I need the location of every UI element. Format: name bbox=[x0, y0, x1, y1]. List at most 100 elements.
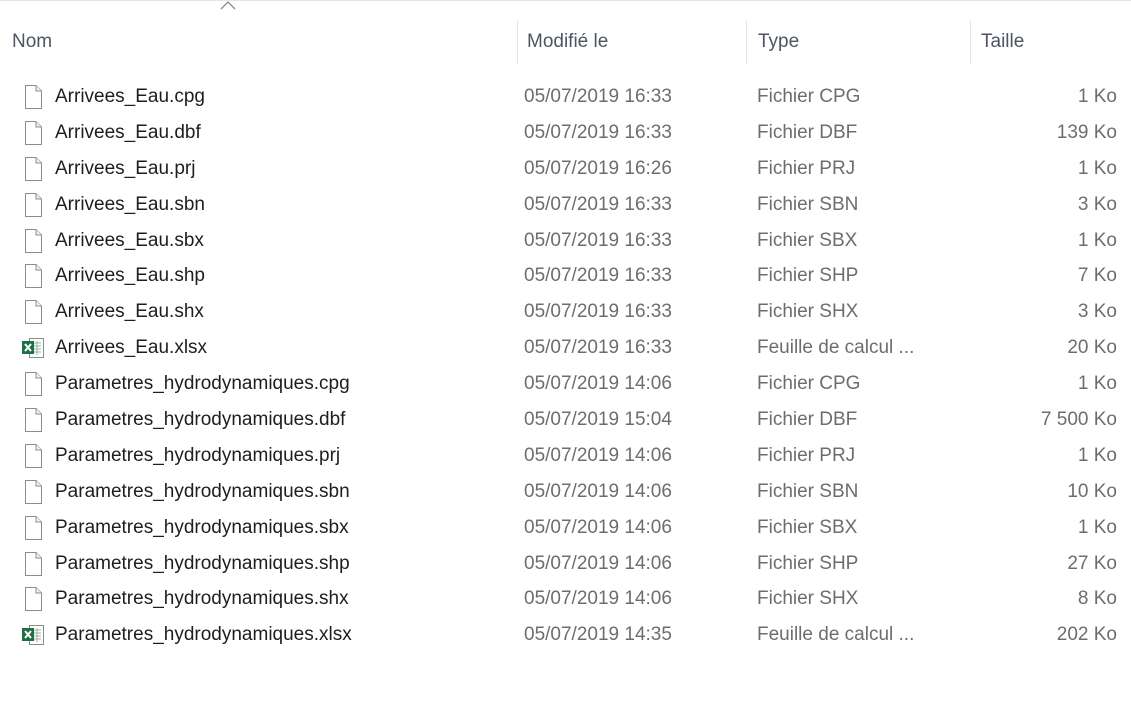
column-header-modified[interactable]: Modifié le bbox=[527, 29, 608, 55]
file-type: Fichier SBX bbox=[757, 516, 858, 538]
file-type: Fichier SHX bbox=[757, 588, 859, 610]
file-modified-date: 05/07/2019 14:35 bbox=[524, 624, 672, 646]
file-row[interactable]: Arrivees_Eau.prj 05/07/2019 16:26 Fichie… bbox=[0, 151, 1131, 187]
file-type: Feuille de calcul ... bbox=[757, 337, 915, 359]
file-size: 1 Ko bbox=[1077, 229, 1117, 251]
file-modified-date: 05/07/2019 16:26 bbox=[524, 157, 672, 179]
file-size: 7 Ko bbox=[1077, 265, 1117, 287]
file-name: Arrivees_Eau.shx bbox=[55, 301, 204, 323]
file-name: Parametres_hydrodynamiques.sbx bbox=[55, 516, 349, 538]
file-icon bbox=[20, 515, 46, 541]
column-divider[interactable] bbox=[746, 21, 747, 65]
file-type: Fichier PRJ bbox=[757, 444, 856, 466]
file-type: Fichier SBN bbox=[757, 193, 859, 215]
file-size: 10 Ko bbox=[1067, 480, 1117, 502]
file-row[interactable]: Arrivees_Eau.xlsx 05/07/2019 16:33 Feuil… bbox=[0, 330, 1131, 366]
file-name: Parametres_hydrodynamiques.xlsx bbox=[55, 624, 352, 646]
file-modified-date: 05/07/2019 16:33 bbox=[524, 121, 672, 143]
file-row[interactable]: Parametres_hydrodynamiques.prj 05/07/201… bbox=[0, 438, 1131, 474]
file-size: 1 Ko bbox=[1077, 516, 1117, 538]
file-type: Feuille de calcul ... bbox=[757, 624, 915, 646]
file-icon bbox=[20, 479, 46, 505]
file-size: 7 500 Ko bbox=[1040, 409, 1117, 431]
file-size: 1 Ko bbox=[1077, 157, 1117, 179]
excel-icon bbox=[20, 335, 46, 361]
file-icon bbox=[20, 263, 46, 289]
file-icon bbox=[20, 192, 46, 218]
file-type: Fichier CPG bbox=[757, 373, 861, 395]
file-modified-date: 05/07/2019 14:06 bbox=[524, 373, 672, 395]
file-modified-date: 05/07/2019 16:33 bbox=[524, 229, 672, 251]
file-row[interactable]: Parametres_hydrodynamiques.shx 05/07/201… bbox=[0, 581, 1131, 617]
column-header-row: Nom Modifié le Type Taille bbox=[0, 0, 1131, 72]
file-name: Arrivees_Eau.prj bbox=[55, 157, 196, 179]
sort-ascending-icon bbox=[220, 1, 236, 10]
file-row[interactable]: Arrivees_Eau.cpg 05/07/2019 16:33 Fichie… bbox=[0, 79, 1131, 115]
file-type: Fichier SBX bbox=[757, 229, 858, 251]
file-modified-date: 05/07/2019 14:06 bbox=[524, 588, 672, 610]
file-row[interactable]: Parametres_hydrodynamiques.shp 05/07/201… bbox=[0, 546, 1131, 582]
file-type: Fichier PRJ bbox=[757, 157, 856, 179]
file-size: 1 Ko bbox=[1077, 444, 1117, 466]
file-icon bbox=[20, 84, 46, 110]
file-icon bbox=[20, 120, 46, 146]
file-name: Parametres_hydrodynamiques.dbf bbox=[55, 409, 346, 431]
file-row[interactable]: Arrivees_Eau.sbx 05/07/2019 16:33 Fichie… bbox=[0, 223, 1131, 259]
file-icon bbox=[20, 371, 46, 397]
file-modified-date: 05/07/2019 14:06 bbox=[524, 444, 672, 466]
file-type: Fichier CPG bbox=[757, 86, 861, 107]
file-size: 202 Ko bbox=[1056, 624, 1117, 646]
file-size: 3 Ko bbox=[1077, 193, 1117, 215]
file-name: Parametres_hydrodynamiques.prj bbox=[55, 444, 341, 466]
file-name: Parametres_hydrodynamiques.cpg bbox=[55, 373, 350, 395]
file-icon bbox=[20, 228, 46, 254]
column-header-name[interactable]: Nom bbox=[12, 29, 52, 55]
file-icon bbox=[20, 586, 46, 612]
file-size: 27 Ko bbox=[1067, 552, 1117, 574]
column-header-size[interactable]: Taille bbox=[981, 29, 1024, 55]
file-icon bbox=[20, 407, 46, 433]
file-modified-date: 05/07/2019 16:33 bbox=[524, 193, 672, 215]
column-divider[interactable] bbox=[970, 21, 971, 65]
file-type: Fichier SHP bbox=[757, 552, 859, 574]
file-icon bbox=[20, 443, 46, 469]
file-row[interactable]: Parametres_hydrodynamiques.sbn 05/07/201… bbox=[0, 474, 1131, 510]
file-name: Arrivees_Eau.sbx bbox=[55, 229, 204, 251]
file-size: 1 Ko bbox=[1077, 86, 1117, 107]
file-type: Fichier SBN bbox=[757, 480, 859, 502]
file-row[interactable]: Parametres_hydrodynamiques.cpg 05/07/201… bbox=[0, 366, 1131, 402]
file-explorer-details-view: Nom Modifié le Type Taille Arrivees_Eau.… bbox=[0, 0, 1131, 720]
file-row[interactable]: Arrivees_Eau.shx 05/07/2019 16:33 Fichie… bbox=[0, 294, 1131, 330]
file-modified-date: 05/07/2019 16:33 bbox=[524, 337, 672, 359]
file-modified-date: 05/07/2019 14:06 bbox=[524, 480, 672, 502]
file-modified-date: 05/07/2019 16:33 bbox=[524, 265, 672, 287]
file-name: Arrivees_Eau.cpg bbox=[55, 86, 205, 107]
file-icon bbox=[20, 299, 46, 325]
file-icon bbox=[20, 156, 46, 182]
file-row[interactable]: Parametres_hydrodynamiques.dbf 05/07/201… bbox=[0, 402, 1131, 438]
file-size: 20 Ko bbox=[1067, 337, 1117, 359]
file-row[interactable]: Arrivees_Eau.sbn 05/07/2019 16:33 Fichie… bbox=[0, 187, 1131, 223]
file-type: Fichier SHP bbox=[757, 265, 859, 287]
column-divider[interactable] bbox=[517, 21, 518, 65]
file-row[interactable]: Arrivees_Eau.dbf 05/07/2019 16:33 Fichie… bbox=[0, 115, 1131, 151]
file-row[interactable]: Parametres_hydrodynamiques.xlsx 05/07/20… bbox=[0, 617, 1131, 653]
file-name: Arrivees_Eau.xlsx bbox=[55, 337, 208, 359]
file-name: Arrivees_Eau.dbf bbox=[55, 121, 201, 143]
file-name: Parametres_hydrodynamiques.shx bbox=[55, 588, 349, 610]
file-modified-date: 05/07/2019 14:06 bbox=[524, 552, 672, 574]
file-list: Arrivees_Eau.cpg 05/07/2019 16:33 Fichie… bbox=[0, 79, 1131, 653]
file-type: Fichier SHX bbox=[757, 301, 859, 323]
file-type: Fichier DBF bbox=[757, 121, 858, 143]
excel-icon bbox=[20, 622, 46, 648]
column-header-type[interactable]: Type bbox=[758, 29, 799, 55]
file-row[interactable]: Arrivees_Eau.shp 05/07/2019 16:33 Fichie… bbox=[0, 258, 1131, 294]
file-name: Arrivees_Eau.shp bbox=[55, 265, 205, 287]
file-row[interactable]: Parametres_hydrodynamiques.sbx 05/07/201… bbox=[0, 510, 1131, 546]
file-modified-date: 05/07/2019 16:33 bbox=[524, 86, 672, 107]
file-modified-date: 05/07/2019 15:04 bbox=[524, 409, 672, 431]
file-size: 8 Ko bbox=[1077, 588, 1117, 610]
file-name: Parametres_hydrodynamiques.shp bbox=[55, 552, 350, 574]
file-icon bbox=[20, 551, 46, 577]
file-modified-date: 05/07/2019 14:06 bbox=[524, 516, 672, 538]
